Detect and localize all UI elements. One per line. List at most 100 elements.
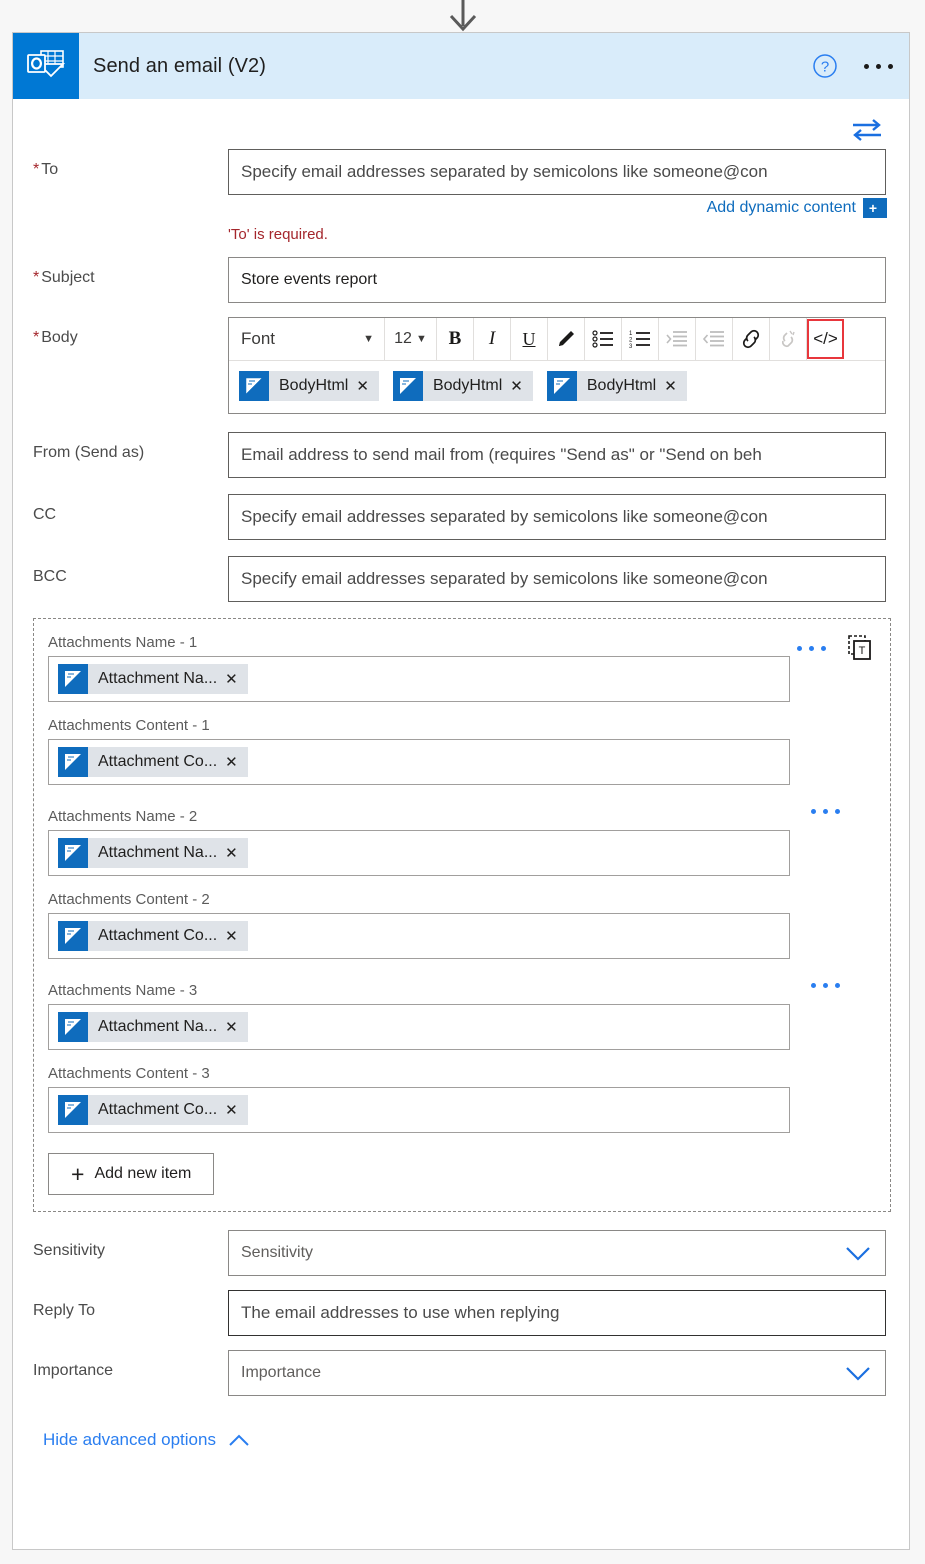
remove-token-icon[interactable]: ✕ <box>510 377 533 395</box>
more-ellipsis-icon[interactable] <box>864 64 893 69</box>
card-header-actions: ? <box>812 33 893 99</box>
add-dynamic-content-link[interactable]: Add dynamic content <box>707 199 856 217</box>
highlight-pen-button[interactable] <box>548 318 585 360</box>
attachment-group: Attachments Name - 2 Attachment Na... ✕ <box>48 807 876 876</box>
field-row-bcc: BCC Specify email addresses separated by… <box>13 556 909 602</box>
dynamic-token[interactable]: Attachment Co... ✕ <box>58 921 248 951</box>
pen-icon <box>555 328 577 350</box>
excel-table-icon <box>58 747 88 777</box>
indent-decrease-button[interactable] <box>696 318 733 360</box>
attachment-group: Attachments Name - 1 T <box>48 633 876 702</box>
svg-text:3: 3 <box>629 344 633 348</box>
attachments-repeater: Attachments Name - 1 T <box>33 618 891 1212</box>
remove-token-icon[interactable]: ✕ <box>664 377 687 395</box>
attachment-content-input[interactable]: Attachment Co... ✕ <box>48 913 790 959</box>
more-ellipsis-icon[interactable] <box>797 646 826 651</box>
remove-token-icon[interactable]: ✕ <box>225 844 248 862</box>
token-label: Attachment Co... <box>88 753 225 771</box>
help-circle-icon[interactable]: ? <box>812 53 838 79</box>
card-header: Send an email (V2) ? <box>13 33 909 99</box>
to-input[interactable]: Specify email addresses separated by sem… <box>228 149 886 195</box>
to-error-message: 'To' is required. <box>228 226 889 243</box>
cc-input[interactable]: Specify email addresses separated by sem… <box>228 494 886 540</box>
add-dynamic-content-plus-icon[interactable]: + <box>863 198 886 218</box>
dynamic-token[interactable]: Attachment Na... ✕ <box>58 1012 248 1042</box>
dynamic-token[interactable]: BodyHtml ✕ <box>393 371 533 401</box>
flow-action-card-page: Send an email (V2) ? * <box>0 0 925 1564</box>
attachment-content-input[interactable]: Attachment Co... ✕ <box>48 1087 790 1133</box>
card-title: Send an email (V2) <box>93 55 266 78</box>
excel-table-icon <box>58 921 88 951</box>
svg-text:?: ? <box>821 59 829 76</box>
remove-token-icon[interactable]: ✕ <box>356 377 379 395</box>
add-new-item-button[interactable]: + Add new item <box>48 1153 214 1195</box>
token-label: Attachment Co... <box>88 1101 225 1119</box>
underline-button[interactable]: U <box>511 318 548 360</box>
more-ellipsis-icon[interactable] <box>811 809 840 814</box>
insert-link-button[interactable] <box>733 318 770 360</box>
attachment-group-actions <box>811 809 840 814</box>
token-label: Attachment Na... <box>88 670 225 688</box>
field-row-reply-to: Reply To The email addresses to use when… <box>13 1290 909 1336</box>
token-label: BodyHtml <box>577 377 664 395</box>
font-family-select[interactable]: Font ▼ <box>229 318 385 360</box>
dynamic-token[interactable]: Attachment Co... ✕ <box>58 1095 248 1125</box>
dynamic-token[interactable]: BodyHtml ✕ <box>547 371 687 401</box>
field-row-to: *To Specify email addresses separated by… <box>13 149 909 243</box>
from-input[interactable]: Email address to send mail from (require… <box>228 432 886 478</box>
unlink-icon <box>777 329 799 349</box>
reply-to-input[interactable]: The email addresses to use when replying <box>228 1290 886 1336</box>
dynamic-token[interactable]: BodyHtml ✕ <box>239 371 379 401</box>
remove-token-icon[interactable]: ✕ <box>225 1018 248 1036</box>
swap-arrows-icon[interactable] <box>851 117 883 143</box>
body-token-area[interactable]: BodyHtml ✕ BodyHtml ✕ <box>229 361 885 413</box>
add-dynamic-content-row: Add dynamic content + <box>228 198 886 218</box>
font-size-select[interactable]: 12 ▼ <box>385 318 437 360</box>
attachment-name-input[interactable]: Attachment Na... ✕ <box>48 1004 790 1050</box>
excel-table-icon <box>393 371 423 401</box>
svg-text:2: 2 <box>629 338 633 344</box>
excel-table-icon <box>239 371 269 401</box>
dynamic-token[interactable]: Attachment Na... ✕ <box>58 838 248 868</box>
duplicate-text-icon[interactable]: T <box>848 635 872 661</box>
subject-input[interactable]: Store events report <box>228 257 886 303</box>
bcc-input[interactable]: Specify email addresses separated by sem… <box>228 556 886 602</box>
remove-token-icon[interactable]: ✕ <box>225 753 248 771</box>
attachment-content-input[interactable]: Attachment Co... ✕ <box>48 739 790 785</box>
chevron-up-icon <box>228 1434 250 1447</box>
attachment-group: Attachments Content - 2 Attachment Co...… <box>48 890 876 959</box>
label-body: *Body <box>33 317 228 348</box>
remove-token-icon[interactable]: ✕ <box>225 927 248 945</box>
bold-button[interactable]: B <box>437 318 474 360</box>
label-cc: CC <box>33 494 228 525</box>
numbered-list-button[interactable]: 1 2 3 <box>622 318 659 360</box>
importance-select[interactable]: Importance <box>228 1350 886 1396</box>
attachment-name-input[interactable]: Attachment Na... ✕ <box>48 656 790 702</box>
field-row-cc: CC Specify email addresses separated by … <box>13 494 909 540</box>
italic-button[interactable]: I <box>474 318 511 360</box>
more-ellipsis-icon[interactable] <box>811 983 840 988</box>
bulleted-list-button[interactable] <box>585 318 622 360</box>
remove-token-icon[interactable]: ✕ <box>225 670 248 688</box>
field-row-subject: *Subject Store events report <box>13 257 909 303</box>
indent-increase-button[interactable] <box>659 318 696 360</box>
indent-increase-icon <box>666 330 688 348</box>
remove-token-icon[interactable]: ✕ <box>225 1101 248 1119</box>
dynamic-token[interactable]: Attachment Na... ✕ <box>58 664 248 694</box>
chevron-down-icon: ▼ <box>416 334 427 345</box>
hide-advanced-options-link[interactable]: Hide advanced options <box>13 1410 909 1450</box>
remove-link-button[interactable] <box>770 318 807 360</box>
required-asterisk: * <box>33 329 39 346</box>
attachment-name-input[interactable]: Attachment Na... ✕ <box>48 830 790 876</box>
sensitivity-select[interactable]: Sensitivity <box>228 1230 886 1276</box>
flow-connector-arrow <box>0 0 925 32</box>
code-view-button[interactable]: </> <box>807 319 844 359</box>
required-asterisk: * <box>33 161 39 178</box>
editor-toolbar: Font ▼ 12 ▼ B I U <box>229 318 885 361</box>
font-family-value: Font <box>241 329 275 349</box>
label-importance: Importance <box>33 1350 228 1381</box>
attachment-group: Attachments Content - 3 Attachment Co...… <box>48 1064 876 1133</box>
dynamic-token[interactable]: Attachment Co... ✕ <box>58 747 248 777</box>
outlook-icon <box>13 33 79 99</box>
label-to: *To <box>33 149 228 180</box>
